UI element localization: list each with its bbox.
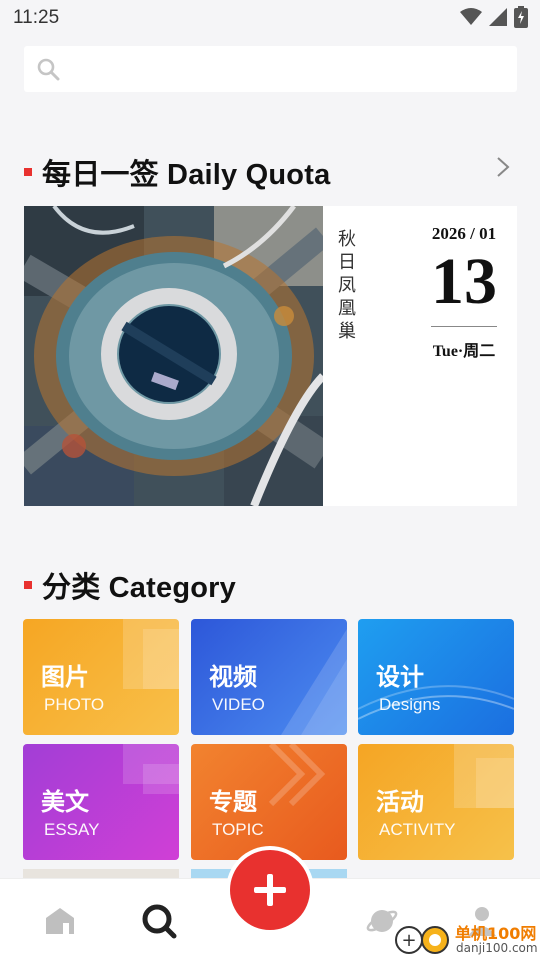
search-icon [37,58,60,81]
daily-card[interactable]: 秋 日 凤 凰 巢 2026 / 01 13 Tue·周二 [24,206,517,506]
watermark-logo: + 单机100网 danji100.com [393,918,540,960]
poem-char: 秋 [338,229,356,250]
status-icons [460,6,528,28]
tile-label: 活动 [376,789,424,816]
category-tile-designs[interactable]: 设计 Designs [358,619,514,735]
battery-icon [514,6,528,28]
signal-icon [489,8,507,26]
poem-char: 日 [338,252,356,273]
year-month: 2026 / 01 [431,224,497,243]
tile-sublabel: PHOTO [44,695,105,714]
status-time: 11:25 [13,7,60,28]
add-button[interactable] [226,846,314,934]
home-icon [46,908,74,934]
tile-sublabel: ACTIVITY [379,820,456,839]
daily-poem: 秋 日 凤 凰 巢 [335,228,359,343]
tile-sublabel: ESSAY [44,820,100,839]
search-input[interactable] [24,46,517,92]
tile-label: 视频 [209,664,257,691]
category-section-header: 分类 Category [24,564,236,606]
nav-home[interactable] [40,901,80,941]
nav-discover[interactable] [139,901,179,941]
category-tile-photo[interactable]: 图片 PHOTO [23,619,179,735]
category-title: 分类 Category [42,572,236,604]
add-icon [254,874,286,906]
aerial-image [24,206,323,506]
svg-text:+: + [401,930,416,951]
add-button-circle [230,850,310,930]
daily-photo[interactable] [24,206,323,506]
red-marker [24,581,32,589]
category-tile-activity[interactable]: 活动 ACTIVITY [358,744,514,860]
date-divider [431,326,497,327]
day-number: 13 [431,245,497,318]
chevron-right-icon[interactable] [496,156,510,178]
tile-sublabel: VIDEO [212,695,265,714]
watermark-url: danji100.com [456,941,538,955]
tile-label: 图片 [41,664,89,691]
daily-date: 2026 / 01 13 Tue·周二 [420,224,508,361]
tile-sublabel: Designs [379,695,441,714]
category-tile-video[interactable]: 视频 VIDEO [191,619,347,735]
weekday: Tue·周二 [432,343,496,360]
red-marker [24,168,32,176]
tile-sublabel: TOPIC [212,820,264,839]
tile-label: 设计 [376,664,424,691]
daily-section-header: 每日一签 Daily Quota [24,151,330,193]
status-bar: 11:25 [0,0,540,36]
category-tile-topic[interactable]: 专题 TOPIC [191,744,347,860]
poem-char: 凰 [338,298,356,319]
discover-icon [142,904,177,939]
poem-char: 凤 [338,275,356,296]
tile-label: 专题 [209,789,257,816]
poem-char: 巢 [338,321,356,342]
daily-title: 每日一签 Daily Quota [42,159,331,191]
wifi-icon [460,8,482,25]
category-tile-essay[interactable]: 美文 ESSAY [23,744,179,860]
tile-label: 美文 [41,789,89,816]
